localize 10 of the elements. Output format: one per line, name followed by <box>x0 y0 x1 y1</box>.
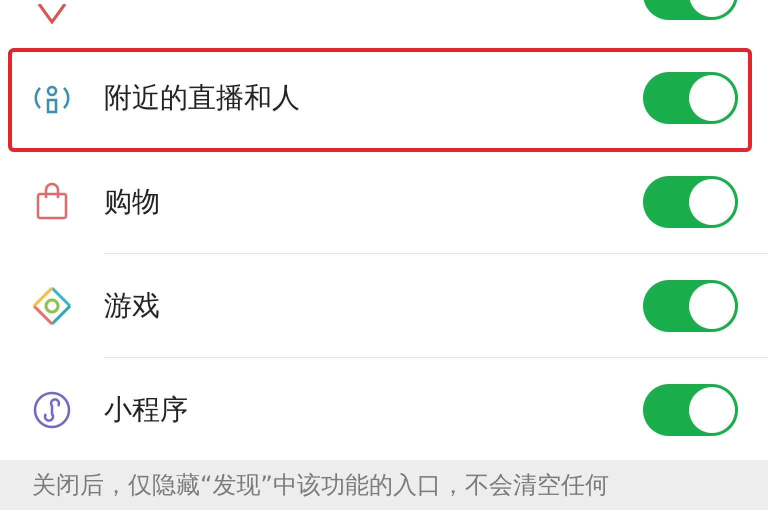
toggle-switch[interactable] <box>643 72 738 124</box>
setting-label: 购物 <box>104 184 160 218</box>
toggle-switch[interactable] <box>643 176 738 228</box>
diamond-icon <box>30 284 74 328</box>
footer-note: 关闭后，仅隐藏“发现”中该功能的入口，不会清空任何 <box>32 470 610 501</box>
setting-label: 附近的直播和人 <box>104 81 300 114</box>
toggle-switch[interactable] <box>643 384 738 436</box>
setting-label: 游戏 <box>104 288 160 322</box>
setting-label: 小程序 <box>104 393 188 426</box>
toggle-switch[interactable] <box>643 280 738 332</box>
